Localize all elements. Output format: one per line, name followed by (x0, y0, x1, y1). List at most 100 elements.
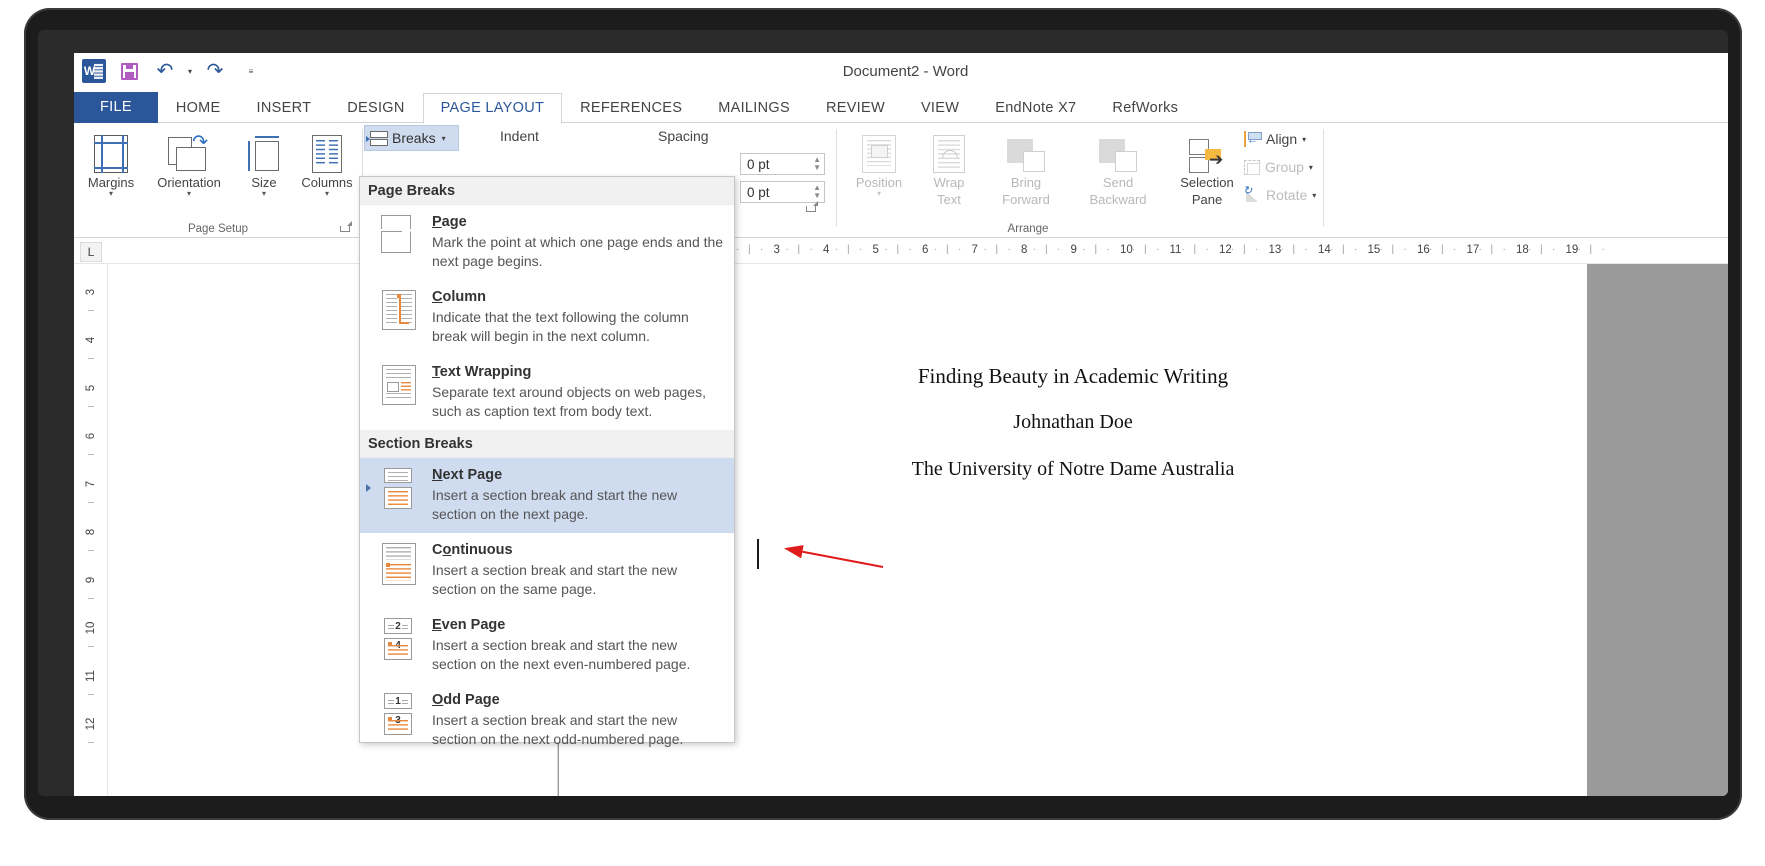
ruler-minor-tick: | (1540, 244, 1543, 255)
menu-item-title: Text Wrapping (432, 364, 532, 380)
menu-item-continuous[interactable]: Continuous Insert a section break and sta… (360, 533, 734, 608)
text-cursor (757, 539, 759, 569)
document-title: Document2 - Word (842, 63, 969, 80)
menu-item-text-wrapping[interactable]: Text Wrapping Separate text around object… (360, 355, 734, 430)
vruler-minor-tick (88, 358, 94, 359)
bring-forward-button[interactable]: Bring Forward (982, 127, 1070, 207)
ruler-minor-tick: · (1528, 244, 1532, 255)
ruler-minor-tick: · (1453, 244, 1457, 255)
menu-item-description: Indicate that the text following the col… (432, 309, 689, 344)
vertical-ruler[interactable]: L 3 4 5 6 7 8 9 10 11 12 (74, 242, 108, 796)
menu-item-column[interactable]: Column Indicate that the text following t… (360, 280, 734, 355)
menu-item-text: Next Page Insert a section break and star… (432, 466, 724, 524)
device-bezel: W ↶ ▾ ↷ ≡ Document2 - Word FILE HOME INSER… (24, 8, 1742, 820)
menu-item-next-page[interactable]: Next Page Insert a section break and star… (360, 458, 734, 533)
margins-button[interactable]: Margins ▾ (78, 127, 144, 198)
ribbon-tab-view[interactable]: VIEW (903, 94, 977, 123)
breaks-button[interactable]: Breaks ▾ (364, 125, 459, 151)
horizontal-ruler-track[interactable]: 2·|·3·|·4·|·5·|·6·|·7·|·8·|·9·|·10·|·11·… (707, 242, 1728, 260)
rotate-dropdown-icon[interactable]: ▾ (1312, 191, 1316, 200)
align-label: Align (1266, 131, 1298, 147)
align-dropdown-icon[interactable]: ▾ (1302, 135, 1306, 144)
send-backward-label-2: Backward (1089, 192, 1147, 207)
ribbon-tab-insert[interactable]: INSERT (239, 94, 330, 123)
size-label: Size (251, 175, 277, 190)
menu-item-page[interactable]: Page Mark the point at which one page end… (360, 205, 734, 280)
position-dropdown-icon[interactable]: ▾ (842, 190, 916, 198)
page-break-icon (378, 213, 420, 271)
orientation-dropdown-icon[interactable]: ▾ (146, 190, 232, 198)
rotate-label: Rotate (1266, 187, 1308, 203)
ribbon-tab-file[interactable]: FILE (74, 92, 158, 123)
ribbon-tab-review[interactable]: REVIEW (808, 94, 903, 123)
screenshot-root: W ↶ ▾ ↷ ≡ Document2 - Word FILE HOME INSER… (0, 0, 1765, 866)
columns-button[interactable]: Columns ▾ (292, 127, 362, 198)
ribbon-tab-mailings[interactable]: MAILINGS (700, 94, 808, 123)
selection-pane-button[interactable]: ➔ Selection Pane (1166, 127, 1248, 207)
ruler-minor-tick: | (1391, 244, 1395, 255)
ruler-minor-tick: · (884, 244, 888, 255)
menu-item-description: Insert a section break and start the new… (432, 712, 684, 747)
wrap-text-button[interactable]: Wrap Text (918, 127, 980, 207)
arrange-group-label: Arrange (1007, 223, 1049, 235)
ruler-minor-tick: · (1231, 244, 1235, 255)
ruler-tick-3: 3 (773, 244, 780, 256)
ribbon-tab-home[interactable]: HOME (158, 94, 239, 123)
tab-stop-selector[interactable]: L (80, 242, 102, 262)
size-button[interactable]: Size ▾ (238, 127, 290, 198)
send-backward-button[interactable]: Send Backward (1072, 127, 1164, 207)
ruler-minor-tick: · (1132, 244, 1136, 255)
margins-dropdown-icon[interactable]: ▾ (78, 190, 144, 198)
group-button[interactable]: Group ▾ (1244, 159, 1313, 175)
ruler-tick-18: 18 (1516, 244, 1529, 256)
ribbon-tab-design[interactable]: DESIGN (329, 94, 422, 123)
menu-item-even-page[interactable]: 24 Even Page Insert a section break and st… (360, 608, 734, 683)
menu-item-title: Page (432, 214, 467, 230)
group-label: Group (1265, 159, 1304, 175)
wrap-text-label-1: Wrap (933, 175, 965, 190)
paragraph-dialog-launcher[interactable] (805, 200, 818, 213)
ribbon-tab-page-layout[interactable]: PAGE LAYOUT (422, 93, 563, 124)
menu-item-text: Text Wrapping Separate text around object… (432, 363, 724, 421)
orientation-button[interactable]: ↷ Orientation ▾ (146, 127, 232, 198)
ruler-minor-tick: · (809, 244, 813, 255)
vruler-tick-9: 9 (85, 576, 97, 584)
ruler-minor-tick: | (1193, 244, 1197, 255)
align-button[interactable]: ← Align ▾ (1244, 131, 1306, 147)
ribbon: Margins ▾ ↷ Orientation ▾ Size ▾ Columns… (74, 123, 1728, 238)
menu-section-header: Section Breaks (360, 430, 734, 458)
menu-item-title: Column (432, 289, 486, 305)
menu-item-odd-page[interactable]: 13 Odd Page Insert a section break and sta… (360, 683, 734, 758)
ruler-minor-tick: | (1144, 244, 1147, 255)
vruler-minor-tick (88, 598, 94, 599)
ruler-minor-tick: · (983, 244, 987, 255)
ruler-minor-tick: | (1094, 244, 1098, 255)
ribbon-tab-refworks[interactable]: RefWorks (1094, 94, 1196, 123)
ribbon-tab-endnote-x7[interactable]: EndNote X7 (977, 94, 1094, 123)
spacing-before-field[interactable]: 0 pt ▲ ▼ (740, 153, 825, 175)
position-button[interactable]: Position ▾ (842, 127, 916, 198)
vruler-tick-11: 11 (85, 670, 97, 682)
menu-item-text: Column Indicate that the text following t… (432, 288, 724, 346)
ruler-minor-tick: · (1255, 244, 1259, 255)
breaks-dropdown-menu[interactable]: Page Breaks Page Mark the point at which o… (359, 176, 735, 747)
ruler-minor-tick: · (1033, 244, 1037, 255)
ruler-minor-tick: · (785, 244, 789, 255)
ruler-minor-tick: · (736, 244, 740, 255)
rotate-icon: ↻ (1243, 186, 1261, 203)
next-page-break-icon (378, 466, 420, 524)
menu-item-description: Mark the point at which one page ends an… (432, 234, 724, 269)
rotate-button[interactable]: ↻ Rotate ▾ (1243, 186, 1316, 204)
ribbon-tab-strip: FILE HOME INSERT DESIGN PAGE LAYOUT REFERENCE… (74, 92, 1728, 124)
ruler-tick-8: 8 (1021, 244, 1028, 256)
spacing-before-stepper[interactable]: ▲ ▼ (813, 156, 821, 172)
group-dropdown-icon[interactable]: ▾ (1309, 163, 1313, 172)
ruler-tick-7: 7 (971, 244, 978, 256)
page-setup-dialog-launcher[interactable] (339, 220, 352, 233)
ribbon-tab-references[interactable]: REFERENCES (562, 94, 700, 123)
columns-dropdown-icon[interactable]: ▾ (292, 190, 362, 198)
spacing-after-stepper[interactable]: ▲ ▼ (813, 184, 821, 200)
horizontal-ruler[interactable]: 2·|·3·|·4·|·5·|·6·|·7·|·8·|·9·|·10·|·11·… (74, 238, 1728, 264)
columns-icon (292, 127, 362, 173)
size-dropdown-icon[interactable]: ▾ (238, 190, 290, 198)
